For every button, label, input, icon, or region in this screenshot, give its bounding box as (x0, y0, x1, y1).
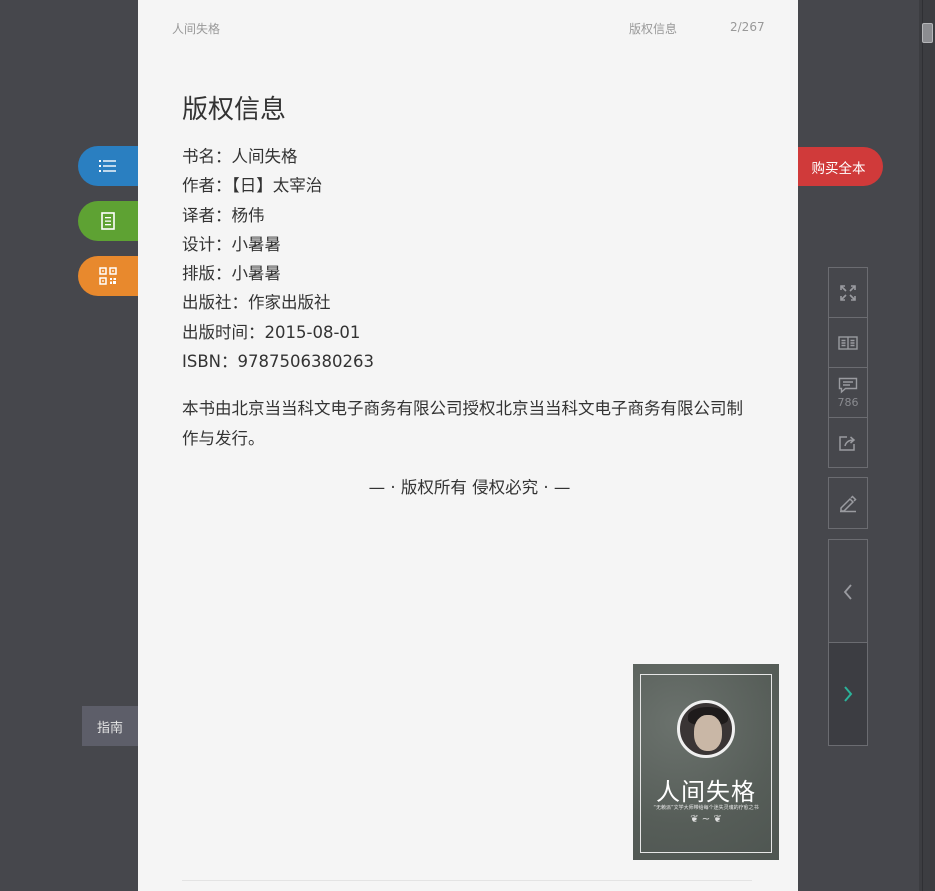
book-cover-image: 人间失格 “无赖派”文学大师带给每个迷失灵魂的疗愈之书 ❦ ~ ❦ (633, 664, 779, 860)
rights-notice: — · 版权所有 侵权必究 · — (368, 478, 571, 498)
previous-page-button[interactable] (828, 539, 868, 643)
header-page-indicator: 2/267 (730, 20, 765, 34)
meta-isbn: ISBN：9787506380263 (182, 352, 374, 372)
meta-design: 设计：小暑暑 (182, 234, 281, 254)
buy-full-book-button[interactable]: 购买全本 (798, 147, 883, 186)
write-note-button[interactable] (828, 477, 868, 529)
comment-icon (838, 377, 858, 394)
guide-label: 指南 (96, 720, 123, 736)
notes-button[interactable] (78, 201, 140, 241)
page-content: 版权信息 书名：人间失格 作者：【日】太宰治 译者：杨伟 设计：小暑暑 排版：小… (182, 92, 762, 498)
portrait-face (694, 715, 722, 751)
chevron-right-icon (844, 686, 853, 702)
page-bottom-divider (182, 880, 752, 881)
cover-title: 人间失格 (656, 778, 756, 806)
meta-layout: 排版：小暑暑 (182, 264, 281, 284)
book-directory-icon (838, 335, 858, 350)
page-header: 人间失格 版权信息 2/267 (138, 0, 798, 56)
reader-page: 人间失格 版权信息 2/267 版权信息 书名：人间失格 作者：【日】太宰治 译… (138, 0, 798, 891)
qrcode-button[interactable] (78, 256, 140, 296)
qrcode-icon (99, 267, 117, 285)
cover-subtitle: “无赖派”文学大师带给每个迷失灵魂的疗愈之书 (653, 805, 759, 811)
cover-ornament: ❦ ~ ❦ (690, 814, 722, 825)
scrollbar-thumb[interactable] (922, 23, 933, 43)
fullscreen-icon (840, 284, 856, 301)
comments-button[interactable]: 786 (828, 367, 868, 418)
note-icon (101, 212, 115, 230)
chevron-left-icon (843, 583, 852, 600)
pen-icon (840, 495, 857, 513)
share-button[interactable] (828, 417, 868, 468)
buy-button-label: 购买全本 (811, 160, 866, 177)
window-scrollbar[interactable] (919, 0, 935, 891)
license-statement: 本书由北京当当科文电子商务有限公司授权北京当当科文电子商务有限公司制作与发行。 (182, 399, 743, 449)
chapter-title: 版权信息 (182, 95, 287, 125)
header-chapter: 版权信息 (629, 22, 678, 36)
fullscreen-button[interactable] (828, 267, 868, 318)
cover-portrait (677, 700, 735, 758)
next-page-button[interactable] (828, 642, 868, 746)
book-directory-button[interactable] (828, 317, 868, 368)
table-of-contents-button[interactable] (78, 146, 140, 186)
list-icon (99, 160, 116, 172)
share-icon (839, 435, 856, 451)
meta-publisher: 出版社：作家出版社 (182, 293, 331, 313)
guide-button[interactable]: 指南 (82, 706, 138, 746)
comment-count: 786 (837, 395, 859, 409)
meta-publish-date: 出版时间：2015-08-01 (182, 322, 361, 342)
header-book-title: 人间失格 (172, 22, 221, 36)
scrollbar-track (922, 0, 923, 891)
meta-book-name: 书名：人间失格 (182, 147, 298, 166)
meta-translator: 译者：杨伟 (182, 205, 265, 225)
meta-author: 作者：【日】太宰治 (182, 176, 323, 196)
